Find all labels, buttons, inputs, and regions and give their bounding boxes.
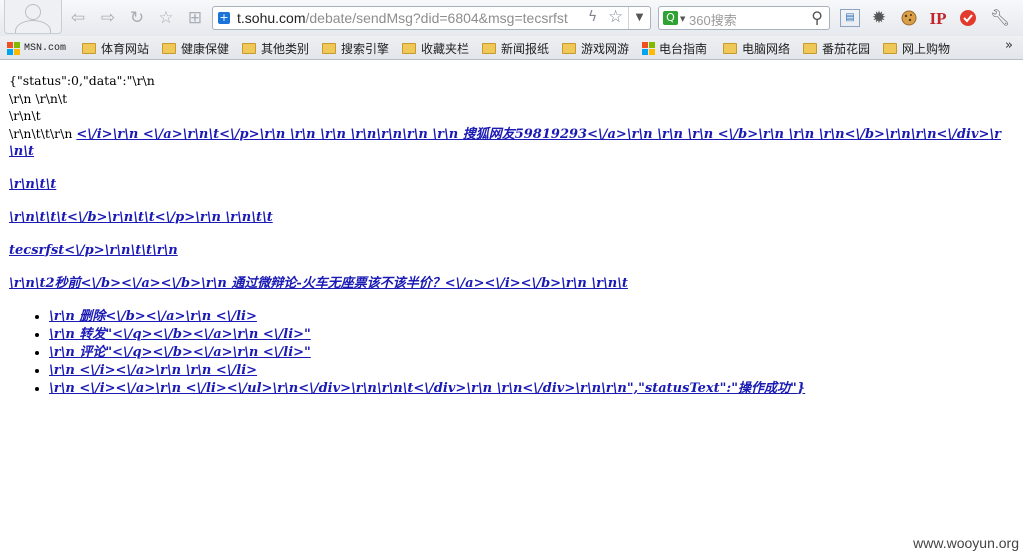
favorite-icon[interactable]: ☆ — [156, 8, 176, 28]
search-engine-icon[interactable]: Q — [663, 11, 678, 25]
bookmark-label: 网上购物 — [902, 41, 951, 56]
bookmark-label: 健康保健 — [181, 41, 230, 56]
response-paragraph-5: \r\n\t2秒前<\/b><\/a><\/b>\r\n 通过微辩论-火车无座票… — [9, 275, 1014, 292]
list-item-comment-link[interactable]: \r\n 评论"<\/q><\/b><\/a>\r\n <\/li>" — [49, 345, 311, 360]
back-icon[interactable]: ⇦ — [68, 8, 88, 28]
msn-icon — [7, 41, 20, 55]
response-link-1[interactable]: <\/i>\r\n <\/a>\r\n\t<\/p>\r\n \r\n \r\n… — [9, 127, 1001, 159]
bookmark-label: 体育网站 — [101, 41, 150, 56]
folder-icon — [562, 42, 576, 54]
list-item-link[interactable]: \r\n <\/i><\/a>\r\n \r\n <\/li> — [49, 363, 257, 378]
page-content: {"status":0,"data":"\r\n \r\n \r\n\t \r\… — [9, 72, 1014, 398]
star-icon[interactable]: ☆ — [608, 7, 623, 27]
avatar[interactable] — [4, 0, 62, 34]
bookmark-folder-games[interactable]: 游戏网游 — [562, 39, 629, 57]
bookmark-folder-favorites[interactable]: 收藏夹栏 — [402, 39, 469, 57]
tiles-icon[interactable]: ⊞ — [185, 8, 205, 28]
bookmark-label: 番茄花园 — [822, 41, 871, 56]
folder-icon — [242, 42, 256, 54]
search-input[interactable]: 360搜索 — [689, 10, 737, 29]
reload-icon[interactable]: ↻ — [127, 8, 147, 28]
folder-icon — [402, 42, 416, 54]
bookmark-label: 新闻报纸 — [501, 41, 550, 56]
response-link-2[interactable]: \r\n\t\t — [9, 177, 56, 192]
watermark: www.wooyun.org — [913, 535, 1019, 551]
bookmark-folder-health[interactable]: 健康保健 — [162, 39, 229, 57]
search-box[interactable]: Q ▼ 360搜索 ⚲ — [658, 6, 830, 30]
bookmarks-more-icon[interactable]: » — [1005, 38, 1013, 53]
address-dropdown-button[interactable]: ▼ — [628, 7, 650, 29]
address-url[interactable]: t.sohu.com/debate/sendMsg?did=6804&msg=t… — [237, 10, 568, 26]
response-paragraph-4: tecsrfst<\/p>\r\n\t\t\r\n — [9, 242, 1014, 259]
list-item: \r\n 转发"<\/q><\/b><\/a>\r\n <\/li>" — [49, 326, 1014, 344]
response-link-5[interactable]: \r\n\t2秒前<\/b><\/a><\/b>\r\n 通过微辩论-火车无座票… — [9, 276, 628, 291]
ip-icon[interactable]: IP — [928, 8, 948, 28]
bookmark-radio-guide[interactable]: 电台指南 — [642, 39, 707, 57]
response-paragraph-2: \r\n\t\t — [9, 176, 1014, 193]
response-list: \r\n 删除<\/b><\/a>\r\n <\/li> \r\n 转发"<\/… — [9, 308, 1014, 398]
avatar-body-shape — [15, 20, 51, 33]
address-host: t.sohu.com — [237, 10, 306, 26]
bookmark-msn[interactable]: MSN.com — [7, 39, 66, 57]
bookmark-label: 电台指南 — [659, 41, 708, 56]
forward-icon[interactable]: ⇨ — [98, 8, 118, 28]
raw-line: \r\n \r\n\t — [9, 90, 68, 106]
bookmark-label: MSN.com — [24, 42, 67, 54]
list-item: \r\n <\/i><\/a>\r\n <\/li><\/ul>\r\n<\/d… — [49, 380, 1014, 398]
list-item-forward-link[interactable]: \r\n 转发"<\/q><\/b><\/a>\r\n <\/li>" — [49, 327, 311, 342]
bookmark-folder-news[interactable]: 新闻报纸 — [482, 39, 549, 57]
folder-icon — [803, 42, 817, 54]
wrench-icon[interactable]: 🔧︎ — [990, 8, 1010, 28]
list-item: \r\n 评论"<\/q><\/b><\/a>\r\n <\/li>" — [49, 344, 1014, 362]
windows-icon — [642, 41, 655, 55]
list-item-delete-link[interactable]: \r\n 删除<\/b><\/a>\r\n <\/li> — [49, 309, 257, 324]
avatar-head-shape — [25, 4, 41, 20]
cookie-icon[interactable] — [899, 8, 919, 28]
bookmarks-bar: MSN.com 体育网站 健康保健 其他类别 搜索引擎 收藏夹栏 新闻报纸 游戏… — [0, 36, 1023, 60]
browser-toolbar: ⇦ ⇨ ↻ ☆ ⊞ + t.sohu.com/debate/sendMsg?di… — [0, 0, 1023, 36]
response-paragraph-1: \r\n\t\t\r\n <\/i>\r\n <\/a>\r\n\t<\/p>\… — [9, 125, 1014, 160]
bookmark-folder-other[interactable]: 其他类别 — [242, 39, 309, 57]
bolt-icon[interactable]: ϟ — [588, 9, 597, 25]
bookmark-label: 电脑网络 — [742, 41, 791, 56]
folder-icon — [322, 42, 336, 54]
list-item: \r\n 删除<\/b><\/a>\r\n <\/li> — [49, 308, 1014, 326]
folder-icon — [883, 42, 897, 54]
response-link-3[interactable]: \r\n\t\t\t<\/b>\r\n\t\t<\/p>\r\n \r\n\t\… — [9, 210, 273, 225]
folder-icon — [723, 42, 737, 54]
bookmark-label: 收藏夹栏 — [421, 41, 470, 56]
list-item: \r\n <\/i><\/a>\r\n \r\n <\/li> — [49, 362, 1014, 380]
bookmark-folder-search[interactable]: 搜索引擎 — [322, 39, 389, 57]
response-paragraph-3: \r\n\t\t\t<\/b>\r\n\t\t<\/p>\r\n \r\n\t\… — [9, 209, 1014, 226]
raw-prefix: \r\n\t\t\r\n — [9, 125, 77, 141]
bookmark-folder-tomato[interactable]: 番茄花园 — [803, 39, 870, 57]
folder-icon — [82, 42, 96, 54]
bookmark-folder-shopping[interactable]: 网上购物 — [883, 39, 950, 57]
raw-line: {"status":0,"data":"\r\n — [9, 73, 155, 88]
stop-icon[interactable] — [958, 8, 978, 28]
bookmark-folder-computer[interactable]: 电脑网络 — [723, 39, 790, 57]
gear-icon[interactable]: ✹ — [869, 8, 889, 28]
bookmark-label: 其他类别 — [261, 41, 310, 56]
address-bar[interactable]: + t.sohu.com/debate/sendMsg?did=6804&msg… — [212, 6, 651, 30]
engine-dropdown-icon[interactable]: ▼ — [680, 15, 685, 23]
site-favicon: + — [218, 11, 230, 24]
bookmark-label: 游戏网游 — [581, 41, 630, 56]
address-path: /debate/sendMsg?did=6804&msg=tecsrfst — [305, 10, 568, 26]
bookmark-folder-sports[interactable]: 体育网站 — [82, 39, 149, 57]
list-item-status-link[interactable]: \r\n <\/i><\/a>\r\n <\/li><\/ul>\r\n<\/d… — [49, 381, 805, 396]
bookmark-label: 搜索引擎 — [341, 41, 390, 56]
folder-icon — [162, 42, 176, 54]
search-icon[interactable]: ⚲ — [811, 8, 823, 27]
response-link-4[interactable]: tecsrfst<\/p>\r\n\t\t\r\n — [9, 243, 178, 258]
folder-icon — [482, 42, 496, 54]
raw-line: \r\n\t — [9, 108, 41, 123]
translate-icon[interactable]: ▤ — [840, 9, 860, 27]
